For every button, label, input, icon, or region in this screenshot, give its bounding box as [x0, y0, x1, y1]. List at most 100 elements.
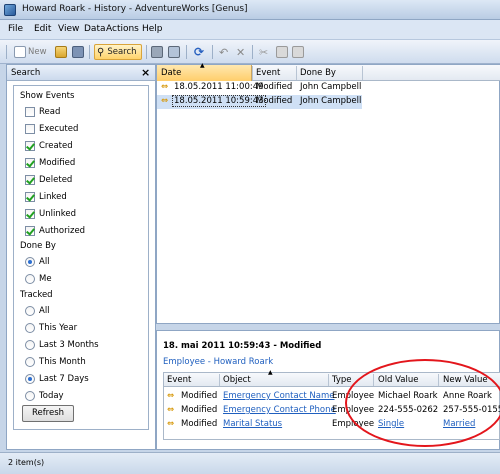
- checkbox-label: Modified: [39, 158, 76, 168]
- radio-label: All: [39, 257, 50, 267]
- change-object-link[interactable]: Marital Status: [223, 419, 282, 429]
- radio-icon: [25, 323, 35, 333]
- window-title: Howard Roark - History - AdventureWorks …: [22, 4, 248, 14]
- event-unlinked-checkbox[interactable]: Unlinked: [25, 208, 76, 220]
- column-header-date[interactable]: Date: [161, 68, 181, 78]
- change-object-link[interactable]: Emergency Contact Name: [223, 391, 335, 401]
- copy-button[interactable]: [276, 44, 288, 60]
- column-header-event[interactable]: Event: [256, 68, 280, 78]
- tracked-all-radio[interactable]: All: [25, 305, 50, 317]
- tracked-last-7-days-radio[interactable]: Last 7 Days: [25, 373, 89, 385]
- open-folder-icon: [55, 46, 67, 58]
- event-authorized-checkbox[interactable]: Authorized: [25, 225, 85, 237]
- change-object-link[interactable]: Emergency Contact Phone: [223, 405, 336, 415]
- column-separator[interactable]: [219, 374, 220, 386]
- search-button[interactable]: ⚲ Search: [94, 44, 142, 60]
- change-event: Modified: [181, 405, 218, 415]
- row-done-by: John Campbell: [300, 96, 362, 106]
- detail-title: 18. mai 2011 10:59:43 - Modified: [163, 341, 322, 351]
- event-read-checkbox[interactable]: Read: [25, 106, 60, 118]
- tracked-this-month-radio[interactable]: This Month: [25, 356, 86, 368]
- checkbox-checked-icon: [25, 226, 35, 236]
- radio-selected-icon: [25, 374, 35, 384]
- column-header-object[interactable]: Object: [223, 375, 251, 385]
- radio-icon: [25, 306, 35, 316]
- menu-help[interactable]: Help: [142, 24, 163, 34]
- radio-label: Me: [39, 274, 52, 284]
- print-preview-button[interactable]: [168, 44, 180, 60]
- table-row[interactable]: ⇔ 18.05.2011 11:00:49 Modified John Camp…: [157, 81, 362, 95]
- modified-arrow-icon: ⇔: [167, 391, 175, 401]
- menu-actions[interactable]: Actions: [106, 24, 139, 34]
- checkbox-label: Authorized: [39, 226, 86, 236]
- print-preview-icon: [168, 46, 180, 58]
- print-icon: [151, 46, 163, 58]
- column-header-event[interactable]: Event: [167, 375, 191, 385]
- event-deleted-checkbox[interactable]: Deleted: [25, 174, 72, 186]
- column-header-done-by[interactable]: Done By: [300, 68, 336, 78]
- toolbar-grip: [6, 45, 7, 59]
- checkbox-checked-icon: [25, 209, 35, 219]
- radio-label: Last 7 Days: [39, 374, 89, 384]
- search-icon: ⚲: [97, 46, 105, 58]
- event-executed-checkbox[interactable]: Executed: [25, 123, 78, 135]
- event-created-checkbox[interactable]: Created: [25, 140, 73, 152]
- checkbox-checked-icon: [25, 192, 35, 202]
- menu-edit[interactable]: Edit: [34, 24, 51, 34]
- detail-object-link[interactable]: Employee - Howard Roark: [163, 357, 273, 367]
- row-date: 18.05.2011 11:00:49: [174, 82, 264, 92]
- column-header-type[interactable]: Type: [332, 375, 352, 385]
- paste-button[interactable]: [292, 44, 304, 60]
- column-separator[interactable]: [252, 66, 253, 80]
- column-separator[interactable]: [296, 66, 297, 80]
- done-by-label: Done By: [20, 241, 56, 251]
- radio-selected-icon: [25, 257, 35, 267]
- search-panel-title: Search: [11, 68, 41, 78]
- checkbox-icon: [25, 124, 35, 134]
- toolbar-separator: [212, 45, 213, 59]
- sort-arrow-icon: ▲: [268, 369, 273, 376]
- undo-icon[interactable]: ↶: [219, 44, 228, 60]
- menu-view[interactable]: View: [58, 24, 79, 34]
- done-by-all-radio[interactable]: All: [25, 256, 50, 268]
- row-done-by: John Campbell: [300, 82, 362, 92]
- show-events-label: Show Events: [20, 91, 75, 101]
- refresh-button[interactable]: Refresh: [22, 405, 74, 422]
- radio-icon: [25, 274, 35, 284]
- tracked-last-3-months-radio[interactable]: Last 3 Months: [25, 339, 99, 351]
- close-icon[interactable]: ×: [141, 66, 150, 79]
- cut-icon[interactable]: ✂: [259, 44, 268, 60]
- column-separator[interactable]: [362, 66, 363, 80]
- tracked-label: Tracked: [20, 290, 53, 300]
- print-button[interactable]: [151, 44, 163, 60]
- toolbar-separator: [252, 45, 253, 59]
- checkbox-checked-icon: [25, 175, 35, 185]
- modified-arrow-icon: ⇔: [161, 96, 169, 106]
- radio-label: This Year: [39, 323, 78, 333]
- checkbox-label: Executed: [39, 124, 79, 134]
- menu-file[interactable]: File: [8, 24, 23, 34]
- table-row-selected[interactable]: ⇔ 18.05.2011 10:59:43 Modified John Camp…: [157, 95, 362, 109]
- annotation-ellipse: [345, 359, 500, 447]
- new-button[interactable]: New: [14, 44, 47, 60]
- delete-icon[interactable]: ✕: [236, 44, 245, 60]
- radio-label: This Month: [39, 357, 86, 367]
- done-by-me-radio[interactable]: Me: [25, 273, 52, 285]
- column-separator[interactable]: [328, 374, 329, 386]
- checkbox-label: Read: [39, 107, 61, 117]
- menu-data[interactable]: Data: [84, 24, 106, 34]
- event-linked-checkbox[interactable]: Linked: [25, 191, 67, 203]
- save-icon: [72, 46, 84, 58]
- save-button[interactable]: [72, 44, 84, 60]
- sort-arrow-icon: ▲: [200, 62, 205, 69]
- new-document-icon: [14, 46, 26, 58]
- refresh-icon[interactable]: ⟳: [194, 44, 204, 60]
- toolbar-separator: [186, 45, 187, 59]
- open-button[interactable]: [55, 44, 67, 60]
- tracked-this-year-radio[interactable]: This Year: [25, 322, 77, 334]
- modified-arrow-icon: ⇔: [167, 419, 175, 429]
- toolbar-separator: [146, 45, 147, 59]
- checkbox-checked-icon: [25, 141, 35, 151]
- event-modified-checkbox[interactable]: Modified: [25, 157, 75, 169]
- tracked-today-radio[interactable]: Today: [25, 390, 64, 402]
